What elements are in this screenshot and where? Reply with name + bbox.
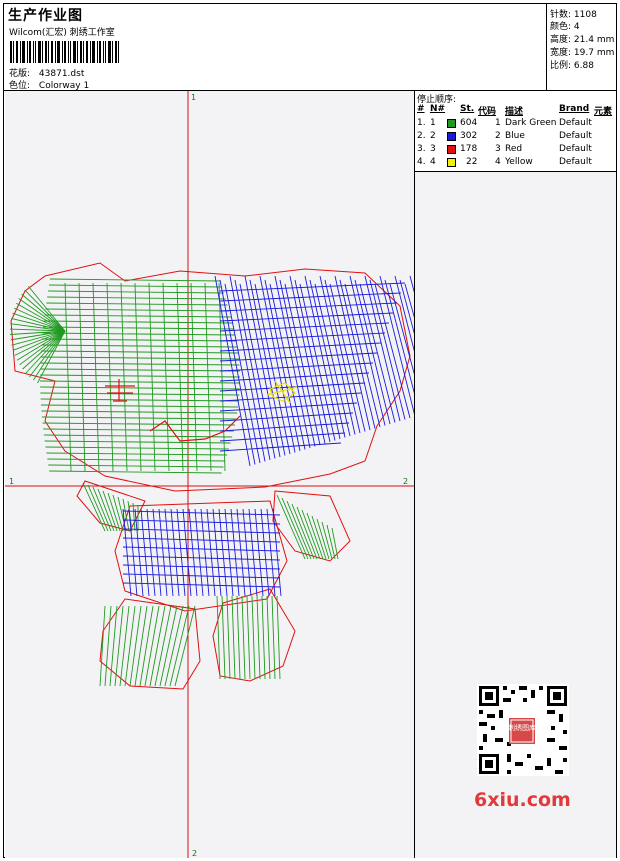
stat-width: 宽度: 19.7 mm [550,45,614,58]
cell-brand: Default [559,131,592,141]
watermark-text: 6xiu.com [474,789,571,811]
color-swatch [447,145,456,154]
stats-box: 针数: 1108 颜色: 4 高度: 21.4 mm 宽度: 19.7 mm 比… [546,4,617,90]
stat-label: 高度: [550,35,572,45]
cell-brand: Default [559,157,592,167]
outline-body [114,500,288,612]
cell-stitches: 302 [460,131,478,141]
color-swatch [447,158,456,167]
col-stitches: St. [460,104,475,114]
table-row: 4. 4 22 4 Yellow Default [416,157,616,169]
cell-code: 1 [495,118,501,128]
cell-num: 4. [417,157,426,167]
cell-brand: Default [559,118,592,128]
cell-no: 3 [430,144,436,154]
company-name: Wilcom(汇宏) 刺绣工作室 [9,28,115,38]
crosshair-axes [5,91,414,858]
table-row: 3. 3 178 3 Red Default [416,144,616,156]
col-desc: 描述 [505,107,524,117]
colorway-label: 色位: [9,81,31,91]
cell-no: 2 [430,131,436,141]
qr-code-icon: 刺绣图库 [469,680,577,780]
stat-colors: 颜色: 4 [550,19,580,32]
stat-scale: 比例: 6.88 [550,58,594,71]
cell-desc: Dark Green [505,118,557,128]
cell-brand: Default [559,144,592,154]
colorway-value: Colorway 1 [38,81,90,91]
table-row: 1. 1 604 1 Dark Green Default [416,118,616,130]
axis-top-label: 1 [191,93,196,102]
stat-value: 4 [573,22,580,32]
stat-value: 21.4 mm [573,35,615,45]
stat-label: 宽度: [550,48,572,58]
cell-num: 2. [417,131,426,141]
embroidery-preview: 1 2 1 2 [5,91,414,858]
stat-label: 颜色: [550,22,572,32]
sheet-header: 生产作业图 Wilcom(汇宏) 刺绣工作室 花版: 43871.dst 色位:… [4,4,616,91]
col-brand: Brand [559,104,590,114]
col-num: # [417,104,425,114]
cell-code: 2 [495,131,501,141]
axis-left-label: 1 [9,477,14,486]
axis-bottom-label: 2 [192,849,197,858]
cell-stitches: 22 [466,157,478,167]
stat-label: 比例: [550,61,572,71]
stat-value: 6.88 [573,61,594,71]
cell-code: 4 [495,157,501,167]
col-code: 代码 [478,107,497,117]
barcode-icon [10,41,119,63]
axis-right-label: 2 [403,477,408,486]
cell-stitches: 178 [460,144,478,154]
outline-left-leg [99,598,201,690]
cell-num: 3. [417,144,426,154]
qr-badge-text: 刺绣图库 [508,723,536,732]
cell-num: 1. [417,118,426,128]
stop-sequence-panel: 停止顺序: # N# St. 代码 描述 Brand 元素 1. 1 604 1… [415,91,616,172]
design-canvas: 1 2 1 2 [5,91,415,858]
col-element: 元素 [594,107,613,117]
stat-height: 高度: 21.4 mm [550,32,614,45]
table-row: 2. 2 302 2 Blue Default [416,131,616,143]
cell-desc: Yellow [505,157,533,167]
cell-desc: Red [505,144,523,154]
cell-no: 4 [430,157,436,167]
stat-value: 19.7 mm [573,48,615,58]
colorway-row: 色位: Colorway 1 [9,78,89,91]
color-swatch [447,132,456,141]
outline-right-leg [212,588,296,682]
cell-stitches: 604 [460,118,478,128]
color-swatch [447,119,456,128]
cell-code: 3 [495,144,501,154]
table-header: # N# St. 代码 描述 Brand 元素 [416,104,616,117]
cell-desc: Blue [505,131,525,141]
cell-no: 1 [430,118,436,128]
col-no: N# [430,104,446,114]
header-info: 生产作业图 Wilcom(汇宏) 刺绣工作室 花版: 43871.dst 色位:… [6,4,546,91]
page-title: 生产作业图 [8,8,83,24]
